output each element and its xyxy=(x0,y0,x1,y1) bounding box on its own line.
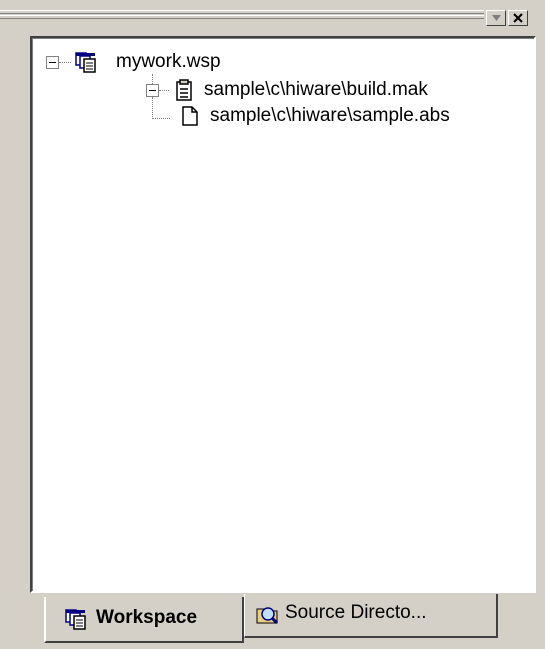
dock-menu-button[interactable] xyxy=(486,10,506,26)
tab-workspace-label: Workspace xyxy=(96,607,198,628)
dock-close-button[interactable] xyxy=(508,10,528,26)
child-collapse-toggle[interactable] xyxy=(146,84,159,97)
tree-node-leaf-label[interactable]: sample\c\hiware\sample.abs xyxy=(210,104,450,128)
menu-arrow-icon xyxy=(492,15,501,21)
document-icon xyxy=(182,106,198,126)
tree-node-root-label[interactable]: mywork.wsp xyxy=(116,50,221,74)
root-collapse-toggle[interactable] xyxy=(46,56,59,69)
tab-source-directory[interactable]: Source Directo... xyxy=(244,594,498,638)
workspace-icon xyxy=(65,609,86,630)
workspace-tree[interactable]: mywork.wsp sample\c\hiware\build.mak sam… xyxy=(30,36,536,593)
tab-source-directory-label: Source Directo... xyxy=(285,602,427,623)
magnifier-folder-icon xyxy=(256,607,279,625)
dock-grip[interactable] xyxy=(0,10,484,24)
close-icon xyxy=(513,13,523,23)
tree-node-child-label[interactable]: sample\c\hiware\build.mak xyxy=(204,78,428,102)
dock-title-bar[interactable] xyxy=(0,0,545,36)
tab-workspace[interactable]: Workspace xyxy=(44,597,244,643)
makefile-icon xyxy=(176,79,192,101)
workspace-icon xyxy=(75,52,96,73)
